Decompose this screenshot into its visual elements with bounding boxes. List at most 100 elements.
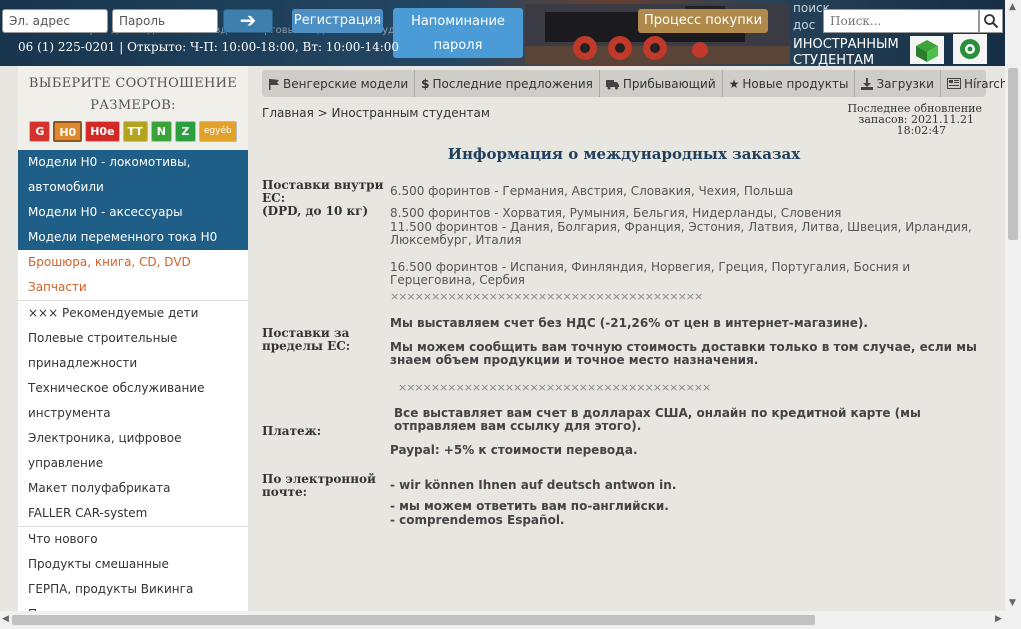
scale-chip-z[interactable]: Z bbox=[174, 121, 196, 142]
non-eu-shipping-label: Поставки за пределы ЕС: bbox=[262, 326, 351, 353]
scale-chip-h0[interactable]: H0 bbox=[53, 121, 83, 142]
separator-2: ×××××××××××××××××××××××××××××××××××××× bbox=[398, 381, 711, 394]
sidebar-item-h0-accessories[interactable]: Модели H0 - аксессуары bbox=[18, 200, 248, 225]
scroll-left-icon[interactable]: ◀ bbox=[2, 614, 9, 624]
payment-text-2: Paypal: +5% к стоимости перевода. bbox=[390, 443, 638, 457]
separator-1: ×××××××××××××××××××××××××××××××××××××× bbox=[390, 290, 703, 303]
scroll-right-icon[interactable]: ▶ bbox=[995, 614, 1002, 624]
payment-text-1: Все выставляет вам счет в долларах США, … bbox=[394, 406, 921, 433]
sidebar-item-books[interactable]: Брошюра, книга, CD, DVD bbox=[18, 250, 248, 275]
scale-selector: ВЫБЕРИТЕ СООТНОШЕНИЕ РАЗМЕРОВ: G H0 H0e … bbox=[18, 66, 248, 150]
sidebar-item-h0-ac-models[interactable]: Модели переменного тока H0 bbox=[18, 225, 248, 250]
sidebar-item-label: принадлежности bbox=[28, 356, 138, 370]
sidebar-item-whats-new[interactable]: Что нового bbox=[18, 527, 248, 552]
eu-rate-3: 11.500 форинтов - Дания, Болгария, Франц… bbox=[390, 220, 972, 247]
register-button[interactable]: Регистрация bbox=[292, 9, 383, 33]
scroll-down-icon[interactable]: ▼ bbox=[1009, 598, 1016, 608]
horizontal-scroll-thumb[interactable] bbox=[12, 615, 815, 625]
nav-label: Новые продукты bbox=[742, 76, 849, 91]
payment-label: Платеж: bbox=[262, 424, 322, 438]
scale-chip-tt[interactable]: TT bbox=[122, 121, 148, 142]
email-text-3: - comprendemos Español. bbox=[390, 513, 565, 527]
contact-hours: 06 (1) 225-0201 | Открыто: Ч-П: 10:00-18… bbox=[18, 40, 400, 54]
sidebar-item-faller-car[interactable]: FALLER CAR-system bbox=[18, 501, 248, 526]
sidebar-item-kits[interactable]: Макет полуфабриката bbox=[18, 476, 248, 501]
scale-chip-row: G H0 H0e TT N Z egyéb bbox=[18, 121, 248, 142]
vertical-scrollbar[interactable]: ▲ ▼ bbox=[1005, 0, 1021, 611]
flag-icon bbox=[269, 78, 279, 90]
sidebar-item-mixed[interactable]: Продукты смешанные bbox=[18, 552, 248, 577]
nav-label: Венгерские модели bbox=[283, 76, 409, 91]
password-input[interactable] bbox=[112, 9, 218, 33]
eu-shipping-label: Поставки внутри ЕС: (DPD, до 10 кг) bbox=[262, 178, 384, 218]
scroll-up-icon[interactable]: ▲ bbox=[1009, 2, 1016, 12]
sidebar-item-herpa[interactable]: ГЕРПА, продукты Викинга bbox=[18, 577, 248, 602]
foreign-label-line2: СТУДЕНТАМ bbox=[793, 53, 875, 66]
sidebar-item-label: Техническое обслуживание bbox=[28, 381, 205, 395]
foreign-label-line1: ИНОСТРАННЫМ bbox=[793, 37, 899, 52]
scale-title: ВЫБЕРИТЕ СООТНОШЕНИЕ РАЗМЕРОВ: bbox=[18, 66, 248, 117]
download-icon bbox=[861, 77, 874, 90]
dollar-icon: $ bbox=[421, 76, 430, 91]
foreign-students-link[interactable]: ИНОСТРАННЫМ СТУДЕНТАМ bbox=[793, 37, 913, 66]
search-input[interactable] bbox=[823, 9, 979, 33]
sidebar-item-label: автомобили bbox=[28, 180, 104, 194]
nav-new-products[interactable]: ★ Новые продукты bbox=[723, 70, 856, 97]
sidebar-item-tool-maintenance[interactable]: Техническое обслуживание инструмента bbox=[18, 376, 248, 426]
breadcrumb[interactable]: Главная > Иностранным студентам bbox=[262, 106, 490, 120]
newspaper-icon bbox=[946, 78, 961, 89]
sidebar-item-label: инструмента bbox=[28, 406, 111, 420]
email-input[interactable] bbox=[2, 9, 108, 33]
scale-chip-n[interactable]: N bbox=[150, 121, 172, 142]
update-time: 18:02:47 bbox=[896, 124, 946, 137]
eu-rate-4: 16.500 форинтов - Испания, Финляндия, Но… bbox=[390, 260, 911, 287]
nav-label: Загрузки bbox=[876, 76, 934, 91]
horizontal-scrollbar[interactable]: ◀ ▶ bbox=[0, 611, 1021, 629]
scale-chip-g[interactable]: G bbox=[29, 121, 51, 142]
star-icon: ★ bbox=[728, 76, 740, 91]
vertical-scroll-thumb[interactable] bbox=[1008, 68, 1018, 240]
scale-chip-h0e[interactable]: H0e bbox=[85, 121, 120, 142]
login-arrow-button[interactable]: ➔ bbox=[223, 9, 273, 33]
header-top-right-text: поиск дос bbox=[793, 1, 830, 32]
search-button[interactable] bbox=[979, 9, 1003, 33]
stock-update-info: Последнее обновление запасов: 2021.11.21… bbox=[842, 103, 982, 136]
nav-label: Прибывающий bbox=[622, 76, 716, 91]
reminder-label-line2: пароля bbox=[433, 38, 483, 53]
non-eu-text-1: Мы выставляем счет без НДС (-21,26% от ц… bbox=[390, 316, 868, 330]
nav-latest-offers[interactable]: $ Последние предложения bbox=[415, 70, 600, 97]
scale-title-line1: ВЫБЕРИТЕ СООТНОШЕНИЕ bbox=[28, 76, 238, 91]
site-header: Магазин товаров для модельных поездов и … bbox=[0, 0, 1021, 66]
content-top-nav: Венгерские модели $ Последние предложени… bbox=[262, 70, 1021, 97]
scale-title-line2: РАЗМЕРОВ: bbox=[90, 98, 176, 113]
scale-chip-other[interactable]: egyéb bbox=[198, 121, 237, 142]
purchase-process-button[interactable]: Процесс покупки bbox=[638, 9, 768, 33]
eu-rate-1: 6.500 форинтов - Германия, Австрия, Слов… bbox=[390, 184, 794, 198]
reminder-label-line1: Напоминание bbox=[411, 14, 505, 29]
truck-icon bbox=[605, 79, 619, 89]
sidebar-item-construction[interactable]: Полевые строительные принадлежности bbox=[18, 326, 248, 376]
sidebar-item-label: Модели H0 - локомотивы, bbox=[28, 155, 191, 169]
sidebar-item-prepare[interactable]: Подготовьте свои продукты bbox=[18, 602, 248, 611]
password-reminder-button[interactable]: Напоминание пароля bbox=[393, 8, 523, 58]
sidebar-item-spare-parts[interactable]: Запчасти bbox=[18, 275, 248, 300]
cube-icon[interactable] bbox=[910, 36, 944, 64]
page-title: Информация о международных заказах bbox=[447, 145, 801, 163]
email-text-2: - мы можем ответить вам по-английски. bbox=[390, 499, 669, 513]
non-eu-text-2: Мы можем сообщить вам точную стоимость д… bbox=[390, 340, 977, 367]
sidebar-item-kids[interactable]: ××× Рекомендуемые дети bbox=[18, 301, 248, 326]
arrow-right-icon: ➔ bbox=[239, 8, 257, 32]
sidebar-item-h0-locomotives[interactable]: Модели H0 - локомотивы, автомобили bbox=[18, 150, 248, 200]
search-icon bbox=[984, 14, 999, 29]
nav-hungarian-models[interactable]: Венгерские модели bbox=[262, 70, 416, 97]
email-label: По электронной почте: bbox=[262, 472, 376, 499]
nav-arriving[interactable]: Прибывающий bbox=[600, 70, 723, 97]
nav-downloads[interactable]: Загрузки bbox=[855, 70, 941, 97]
sidebar-item-label: Полевые строительные bbox=[28, 331, 178, 345]
nav-label: Последние предложения bbox=[432, 76, 593, 91]
email-text-1: - wir können Ihnen auf deutsch antwon in… bbox=[390, 478, 677, 492]
camera-lens-icon[interactable] bbox=[953, 34, 987, 64]
sidebar-item-electronics[interactable]: Электроника, цифровое управление bbox=[18, 426, 248, 476]
left-sidebar: ВЫБЕРИТЕ СООТНОШЕНИЕ РАЗМЕРОВ: G H0 H0e … bbox=[18, 66, 248, 611]
eu-rate-2: 8.500 форинтов - Хорватия, Румыния, Бель… bbox=[390, 206, 842, 220]
